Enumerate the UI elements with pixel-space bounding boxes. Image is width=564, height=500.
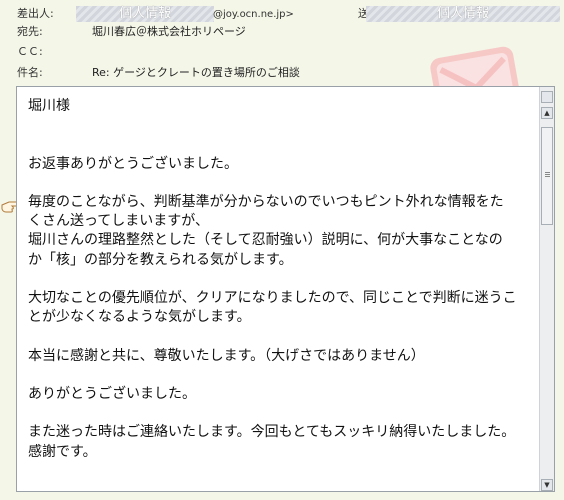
scroll-thumb[interactable] — [541, 127, 553, 225]
subject-row: 件名: Re: ゲージとクレートの置き場所のご相談 — [0, 64, 420, 82]
body-line: 本当に感謝と共に、尊敬いたします。（大げさではありません） — [28, 347, 425, 364]
from-redacted: 個人情報 — [76, 6, 214, 22]
cc-row: ＣＣ: — [0, 43, 400, 61]
scroll-grip — [545, 176, 550, 177]
subject-label: 件名: — [17, 66, 43, 79]
from-label: 差出人: — [17, 7, 54, 20]
body-line — [28, 135, 538, 154]
body-line — [28, 404, 538, 423]
scroll-grip — [545, 174, 550, 175]
body-line — [28, 270, 538, 289]
body-line: 毎度のことながら、判断基準が分からないのでいつもピント外れな情報をた — [28, 193, 504, 210]
body-line — [28, 327, 538, 346]
scroll-grip — [545, 172, 550, 173]
message-body[interactable]: 堀川様 お返事ありがとうございました。 毎度のことながら、判断基準が分からないの… — [16, 86, 555, 492]
message-text: 堀川様 お返事ありがとうございました。 毎度のことながら、判断基準が分からないの… — [28, 97, 538, 462]
body-line — [28, 174, 538, 193]
body-line: 堀川さんの理路整然とした（そして忍耐強い）説明に、何が大事なことなの — [28, 232, 503, 249]
from-row: 差出人: 個人情報 @joy.ocn.ne.jp> 送 個人情報 — [0, 5, 564, 23]
cc-label: ＣＣ: — [17, 45, 43, 58]
body-line: 感謝です。 — [28, 443, 97, 460]
body-line: くさん送ってしまいますが、 — [28, 213, 210, 230]
subject-value: Re: ゲージとクレートの置き場所のご相談 — [92, 66, 300, 79]
body-line: ありがとうございました。 — [28, 385, 196, 402]
body-line — [28, 366, 538, 385]
scroll-options-icon[interactable] — [541, 91, 553, 103]
body-line: 堀川様 — [28, 98, 70, 114]
to-redacted: 個人情報 — [366, 6, 560, 22]
from-email-suffix: @joy.ocn.ne.jp> — [213, 9, 294, 20]
body-line: 大切なことの優先順位が、クリアになりましたので、同じことで判断に迷うこ — [28, 289, 517, 306]
body-line: また迷った時はご連絡いたします。今回もとてもスッキリ納得いたしました。 — [28, 424, 516, 441]
recipient-row: 宛先: 堀川春広＠株式会社ホリページ — [0, 23, 400, 41]
scroll-up-button[interactable]: ▲ — [541, 107, 553, 119]
body-line: か「核」の部分を教えられる気がします。 — [28, 251, 293, 268]
recipient-label: 宛先: — [17, 25, 43, 38]
vertical-scrollbar[interactable]: ▲ ▼ — [539, 87, 554, 491]
body-line: お返事ありがとうございました。 — [28, 155, 238, 172]
body-line: とが少なくなるような気がします。 — [28, 309, 251, 326]
scroll-down-button[interactable]: ▼ — [541, 479, 553, 491]
recipient-value[interactable]: 堀川春広＠株式会社ホリページ — [92, 23, 246, 41]
body-line — [28, 116, 538, 135]
